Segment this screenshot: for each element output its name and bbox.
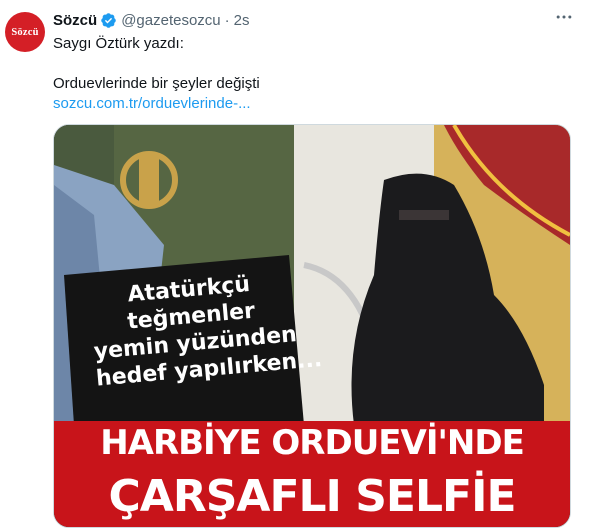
tweet-line-title: Orduevlerinde bir şeyler değişti xyxy=(53,75,260,92)
tweet-timestamp[interactable]: 2s xyxy=(234,12,250,29)
media-headline-2: ÇARŞAFLI SELFİE xyxy=(108,471,516,522)
separator-dot: · xyxy=(224,11,230,29)
tweet-media[interactable]: Atatürkçü teğmenler yemin yüzünden hedef… xyxy=(53,124,571,528)
tweet-line-author: Saygı Öztürk yazdı: xyxy=(53,35,184,52)
avatar-logo-text: Sözcü xyxy=(11,26,39,38)
tweet-header: Sözcü @gazetesozcu · 2s xyxy=(53,10,569,30)
avatar[interactable]: Sözcü xyxy=(5,12,45,52)
tweet-link[interactable]: sozcu.com.tr/orduevlerinde-... xyxy=(53,94,569,114)
tweet-text: Saygı Öztürk yazdı: Orduevlerinde bir şe… xyxy=(53,34,569,114)
media-headline-1: HARBİYE ORDUEVİ'NDE xyxy=(100,423,525,463)
account-handle[interactable]: @gazetesozcu xyxy=(121,12,220,29)
account-name[interactable]: Sözcü xyxy=(53,12,97,29)
verified-badge-icon xyxy=(100,12,117,29)
media-caption: Atatürkçü teğmenler yemin yüzünden hedef… xyxy=(88,268,323,393)
more-options-icon[interactable] xyxy=(551,6,577,28)
